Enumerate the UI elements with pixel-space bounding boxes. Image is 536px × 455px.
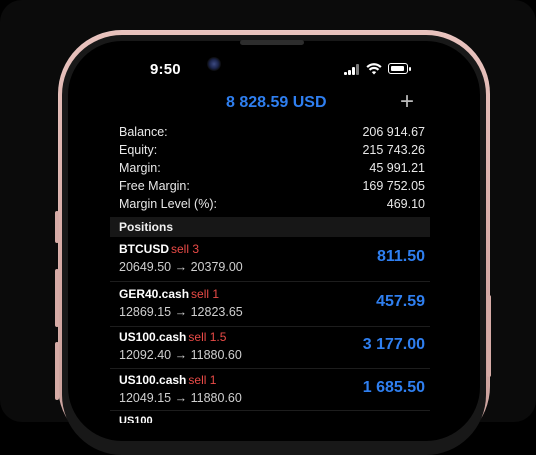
current-price: 11880.60: [190, 391, 242, 405]
status-time: 9:50: [150, 61, 181, 78]
position-side: sell 1: [191, 287, 220, 301]
summary-label: Margin Level (%):: [119, 197, 217, 211]
summary-value: 169 752.05: [362, 179, 425, 193]
position-prices: 12869.15 → 12823.65: [119, 305, 243, 319]
row-divider: [110, 368, 430, 369]
open-price: 12869.15: [119, 305, 172, 319]
position-profit: 811.50: [376, 248, 425, 265]
position-prices: 12049.15 → 11880.60: [119, 391, 242, 405]
battery-icon: [388, 63, 411, 74]
summary-label: Margin:: [119, 161, 161, 175]
position-side: sell 1: [188, 373, 217, 387]
open-price: 20649.50: [119, 260, 172, 274]
position-symbol: US100.cash sell 1: [119, 373, 216, 387]
speaker-grille: [240, 40, 304, 45]
front-camera-icon: [207, 57, 221, 71]
side-button-left: [55, 211, 59, 243]
open-price: 12092.40: [119, 348, 172, 362]
position-symbol: BTCUSD sell 3: [119, 242, 199, 256]
power-button: [487, 295, 491, 377]
position-symbol: GER40.cash sell 1: [119, 287, 219, 301]
arrow-icon: →: [174, 260, 188, 274]
position-profit: 457.59: [376, 293, 425, 310]
summary-value: 45 991.21: [369, 161, 425, 175]
position-side: sell 1.5: [188, 330, 227, 344]
summary-value: 469.10: [386, 197, 425, 211]
summary-row-margin: Margin: 45 991.21: [119, 161, 425, 179]
current-price: 20379.00: [190, 260, 243, 274]
summary-value: 215 743.26: [362, 143, 425, 157]
positions-section-header: Positions: [110, 217, 430, 237]
position-side: sell 3: [171, 242, 200, 256]
position-symbol: US100.cash sell 1.5: [119, 330, 226, 344]
position-row[interactable]: BTCUSD sell 3 20649.50 → 20379.00 811.50: [119, 242, 425, 282]
position-symbol-text: US100.cash: [119, 373, 187, 387]
summary-row-balance: Balance: 206 914.67: [119, 125, 425, 143]
position-row[interactable]: GER40.cash sell 1 12869.15 → 12823.65 457…: [119, 287, 425, 327]
plus-icon[interactable]: +: [398, 90, 416, 114]
wifi-icon: [366, 63, 382, 75]
row-divider: [110, 281, 430, 282]
arrow-icon: →: [174, 391, 188, 405]
current-price: 12823.65: [190, 305, 243, 319]
position-symbol-text: US100.cash: [119, 330, 187, 344]
arrow-icon: →: [174, 305, 188, 319]
position-symbol-text: GER40.cash: [119, 287, 190, 301]
arrow-icon: →: [174, 348, 188, 362]
summary-label: Balance:: [119, 125, 168, 139]
signal-bars-icon: [344, 63, 360, 75]
position-profit: 3 177.00: [362, 336, 425, 353]
position-row[interactable]: US100.cash sell 1 12049.15 → 11880.60 1 6…: [119, 373, 425, 413]
position-prices: 20649.50 → 20379.00: [119, 260, 243, 274]
account-balance-header: 8 828.59 USD: [226, 94, 327, 111]
summary-label: Equity:: [119, 143, 158, 157]
row-divider: [110, 326, 430, 327]
position-row[interactable]: US100.cash sell 1.5 12092.40 → 11880.60 3…: [119, 330, 425, 370]
summary-row-margin-level: Margin Level (%): 469.10: [119, 197, 425, 215]
volume-button-down: [55, 342, 59, 400]
summary-value: 206 914.67: [362, 125, 425, 139]
summary-row-free-margin: Free Margin: 169 752.05: [119, 179, 425, 197]
current-price: 11880.60: [190, 348, 242, 362]
position-profit: 1 685.50: [362, 379, 425, 396]
summary-label: Free Margin:: [119, 179, 190, 193]
summary-row-equity: Equity: 215 743.26: [119, 143, 425, 161]
open-price: 12049.15: [119, 391, 172, 405]
row-divider: [110, 410, 430, 411]
position-prices: 12092.40 → 11880.60: [119, 348, 242, 362]
volume-button-up: [55, 269, 59, 327]
position-symbol-text: BTCUSD: [119, 242, 169, 256]
